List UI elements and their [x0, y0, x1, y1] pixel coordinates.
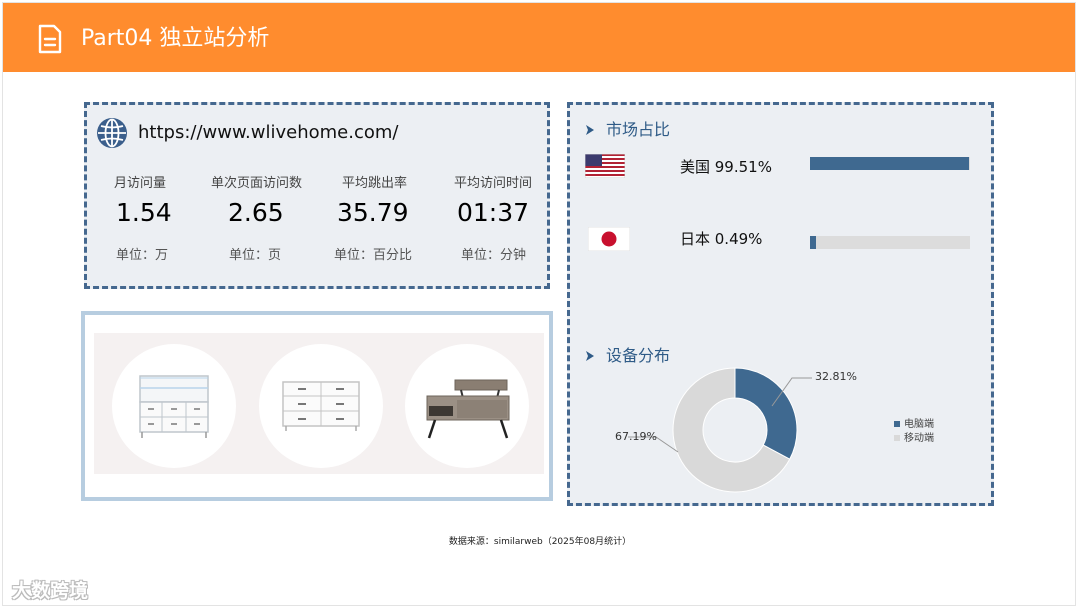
share-bar-us — [810, 157, 970, 170]
country-label-us: 美国 99.51% — [680, 158, 772, 176]
chevron-right-icon — [586, 351, 594, 361]
us-flag-icon — [585, 154, 625, 178]
document-icon — [38, 24, 62, 54]
data-label-desktop: 32.81% — [815, 370, 857, 383]
market-share-title: 市场占比 — [606, 120, 671, 139]
metric-unit-avg-visit-time: 单位：分钟 — [461, 248, 527, 263]
legend-item-mobile: 移动端 — [894, 433, 934, 445]
metric-unit-monthly-visits: 单位：万 — [116, 248, 169, 263]
page-title: Part04 独立站分析 — [81, 26, 270, 51]
chart-leader-lines — [628, 377, 812, 453]
lift-top-coffee-table-product-image — [426, 379, 510, 439]
japan-flag-icon — [588, 227, 630, 251]
metric-value-monthly-visits: 1.54 — [116, 198, 172, 227]
metric-unit-pages-per-visit: 单位：页 — [229, 248, 282, 263]
metric-value-avg-visit-time: 01:37 — [457, 198, 530, 227]
metric-label-monthly-visits: 月访问量 — [114, 176, 167, 191]
country-label-japan: 日本 0.49% — [680, 230, 763, 248]
metric-unit-bounce-rate: 单位：百分比 — [334, 248, 413, 263]
metric-label-pages-per-visit: 单次页面访问数 — [211, 176, 303, 191]
share-bar-japan — [810, 236, 970, 249]
site-url[interactable]: https://www.wlivehome.com/ — [138, 122, 398, 144]
legend-swatch-mobile — [894, 435, 900, 441]
globe-icon — [97, 118, 127, 148]
legend-label-desktop: 电脑端 — [904, 419, 934, 430]
legend-item-desktop: 电脑端 — [894, 419, 934, 431]
metric-value-pages-per-visit: 2.65 — [228, 198, 284, 227]
share-bar-fill-us — [810, 157, 970, 170]
watermark-logo: 大数跨境 — [12, 580, 89, 602]
metric-label-bounce-rate: 平均跳出率 — [342, 176, 408, 191]
device-distribution-title: 设备分布 — [606, 346, 671, 365]
metric-label-avg-visit-time: 平均访问时间 — [454, 176, 533, 191]
legend-swatch-desktop — [894, 421, 900, 427]
tv-stand-product-image — [139, 375, 209, 438]
dresser-product-image — [282, 381, 360, 431]
metric-value-bounce-rate: 35.79 — [337, 198, 409, 227]
header-bar: Part04 独立站分析 — [3, 3, 1075, 72]
share-bar-fill-japan — [810, 236, 817, 249]
data-label-mobile: 67.19% — [615, 430, 657, 443]
data-source-note: 数据来源：similarweb（2025年08月统计） — [448, 537, 632, 547]
chevron-right-icon — [586, 125, 594, 135]
legend-label-mobile: 移动端 — [904, 433, 934, 444]
